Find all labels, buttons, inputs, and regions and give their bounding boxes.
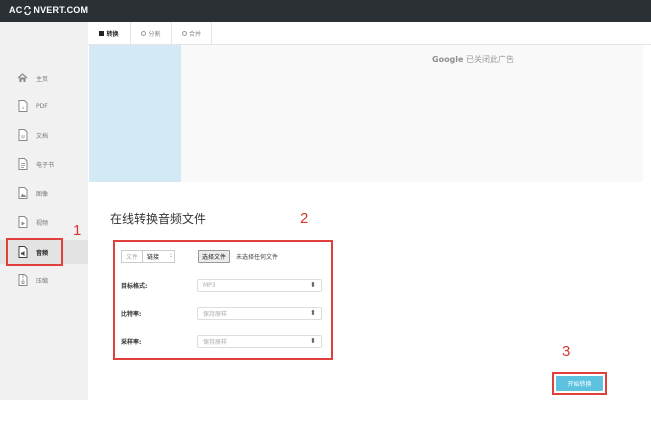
annotation-number-3: 3 [562, 343, 571, 360]
sidebar-item-label: PDF [36, 102, 48, 110]
highlight-box-sidebar [6, 238, 63, 266]
sidebar-item-archive[interactable]: 压缩 [0, 268, 88, 292]
highlight-box-form [113, 240, 333, 360]
ad-closed-notice: Google 已关闭此广告 [432, 54, 514, 65]
home-icon [17, 72, 28, 85]
sidebar-item-label: 电子书 [36, 161, 55, 169]
tab-radio-marker [141, 30, 147, 36]
logo-arrows-icon [24, 5, 32, 15]
sidebar-item-label: 主页 [36, 75, 49, 83]
annotation-number-2: 2 [300, 210, 309, 227]
tab-label: 分割 [148, 30, 161, 38]
tab-label: 转换 [106, 30, 119, 38]
image-file-icon [17, 187, 28, 200]
sidebar-item-label: 压缩 [36, 277, 49, 285]
sidebar-item-home[interactable]: 主页 [0, 66, 88, 90]
sidebar-item-label: 文档 [36, 132, 49, 140]
tab-convert[interactable]: 转换 [88, 22, 131, 44]
annotation-number-1: 1 [73, 222, 82, 239]
ad-block [89, 45, 181, 182]
sidebar-item-pdf[interactable]: A PDF [0, 94, 88, 118]
tab-merge[interactable]: 合并 [172, 22, 212, 44]
top-bar: AC NVERT.COM [0, 0, 651, 22]
tab-selected-marker [99, 30, 105, 36]
ad-closed-text: 已关闭此广告 [466, 55, 514, 64]
archive-file-icon [17, 274, 28, 287]
site-logo[interactable]: AC NVERT.COM [9, 5, 88, 15]
ad-brand: Google [432, 55, 464, 64]
tab-radio-marker [181, 30, 187, 36]
sidebar-item-label: 视频 [36, 219, 49, 227]
sidebar-item-ebook[interactable]: 电子书 [0, 152, 88, 176]
logo-text-right: NVERT.COM [33, 5, 89, 15]
tab-bar: 转换 分割 合并 [88, 22, 651, 45]
highlight-box-start-button [552, 372, 607, 395]
ad-area [181, 45, 643, 182]
pdf-file-icon: A [17, 100, 28, 113]
logo-text-left: AC [9, 5, 23, 15]
page-title: 在线转换音频文件 [110, 212, 207, 226]
ebook-file-icon [17, 158, 28, 171]
sidebar-item-document[interactable]: W 文档 [0, 123, 88, 147]
sidebar-item-label: 图像 [36, 190, 49, 198]
tab-label: 合并 [188, 30, 201, 38]
document-file-icon: W [17, 129, 28, 142]
tab-split[interactable]: 分割 [131, 22, 172, 44]
sidebar-item-image[interactable]: 图像 [0, 181, 88, 205]
video-file-icon [17, 216, 28, 229]
svg-text:W: W [21, 135, 25, 140]
